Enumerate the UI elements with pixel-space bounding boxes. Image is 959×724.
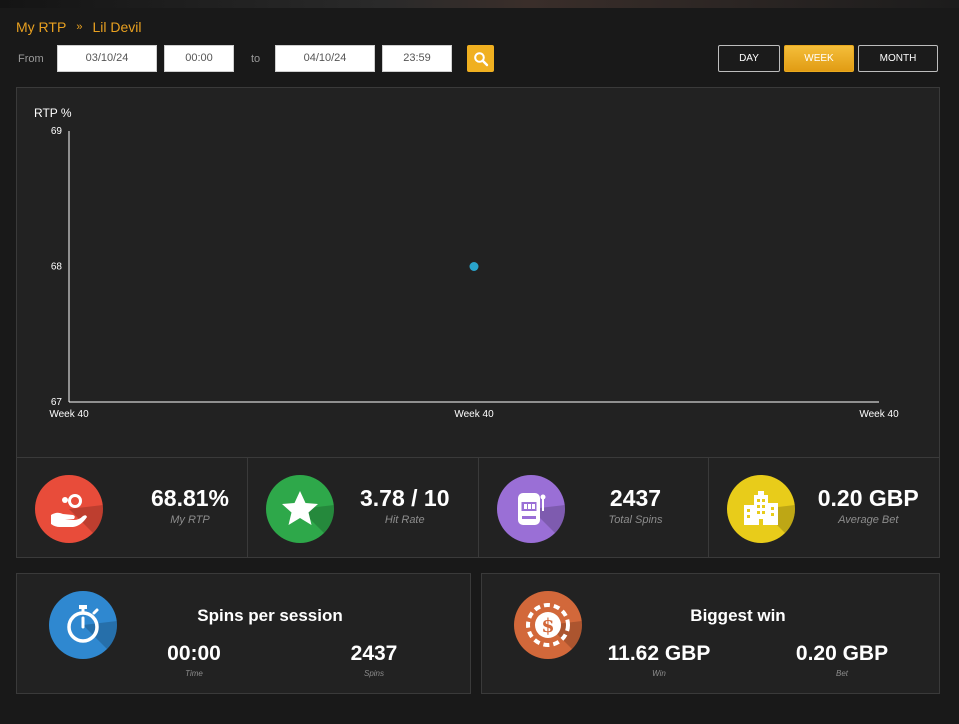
stat-value: 0.20 GBP: [817, 485, 919, 511]
y-axis-label: RTP %: [34, 106, 72, 120]
x-tick-label: Week 40: [454, 409, 494, 420]
period-week-button[interactable]: WEEK: [784, 45, 854, 72]
money-hand-icon: [35, 475, 103, 543]
stat-label: Total Spins: [608, 514, 663, 526]
stat-value: 68.81%: [150, 485, 229, 511]
stat-value: 3.78 / 10: [359, 485, 450, 511]
stat-value: 2437: [609, 485, 662, 511]
breadcrumb: My RTP » Lil Devil: [16, 19, 141, 35]
biggest-title: Biggest win: [690, 606, 786, 625]
session-spins-label: Spins: [363, 669, 384, 678]
building-icon: [727, 475, 796, 543]
biggest-win-label: Win: [652, 669, 666, 678]
period-day-button[interactable]: DAY: [718, 45, 780, 72]
data-point: [469, 262, 479, 271]
stat-average-bet: 0.20 GBP Average Bet: [709, 458, 939, 557]
y-tick-label: 68: [51, 262, 63, 273]
breadcrumb-separator: »: [76, 21, 83, 33]
spins-per-session-panel: Spins per session 00:00 Time 2437 Spins: [16, 573, 471, 694]
from-label: From: [18, 53, 44, 65]
breadcrumb-root[interactable]: My RTP: [16, 19, 66, 35]
stat-total-spins: 2437 Total Spins: [479, 458, 710, 557]
to-time-input[interactable]: 23:59: [382, 45, 452, 72]
biggest-win-value: 11.62 GBP: [607, 642, 711, 665]
rtp-chart: RTP % 69 68 67 Week 40 Week 40 Week 40: [16, 87, 940, 458]
session-title: Spins per session: [197, 606, 343, 625]
session-spins-value: 2437: [350, 642, 398, 665]
session-time-label: Time: [185, 669, 203, 678]
to-date-input[interactable]: 04/10/24: [275, 45, 375, 72]
casino-chip-icon: $: [514, 591, 582, 659]
from-time-input[interactable]: 00:00: [164, 45, 234, 72]
stat-label: Average Bet: [838, 514, 899, 526]
slot-machine-icon: [496, 475, 565, 543]
search-button[interactable]: [467, 45, 494, 72]
rtp-chart-svg: RTP %696867Week 40 Week 40 Week 40: [34, 106, 899, 420]
stat-label: My RTP: [170, 514, 210, 526]
stat-label: Hit Rate: [384, 514, 425, 526]
x-tick-label: Week 40: [859, 409, 899, 420]
session-time-value: 00:00: [167, 642, 221, 665]
stat-hit-rate: 3.78 / 10 Hit Rate: [248, 458, 479, 557]
header-banner-strip: [0, 0, 959, 8]
y-tick-label: 69: [51, 126, 63, 137]
star-icon: [265, 475, 334, 543]
from-date-input[interactable]: 03/10/24: [57, 45, 157, 72]
stats-row: 68.81% My RTP 3.78 / 10 Hit Rate 2437 To…: [16, 457, 940, 558]
period-month-button[interactable]: MONTH: [858, 45, 938, 72]
breadcrumb-current: Lil Devil: [92, 19, 142, 35]
biggest-win-panel: $ Biggest win 11.62 GBP Win 0.20 GBP Bet: [481, 573, 940, 694]
stopwatch-icon: [49, 591, 117, 659]
svg-text:$: $: [541, 615, 554, 637]
to-label: to: [251, 53, 261, 65]
biggest-bet-label: Bet: [835, 669, 848, 678]
stat-my-rtp: 68.81% My RTP: [17, 458, 248, 557]
y-tick-label: 67: [51, 397, 63, 408]
x-tick-label: Week 40: [49, 409, 89, 420]
search-icon: [473, 51, 488, 66]
biggest-bet-value: 0.20 GBP: [795, 642, 889, 665]
